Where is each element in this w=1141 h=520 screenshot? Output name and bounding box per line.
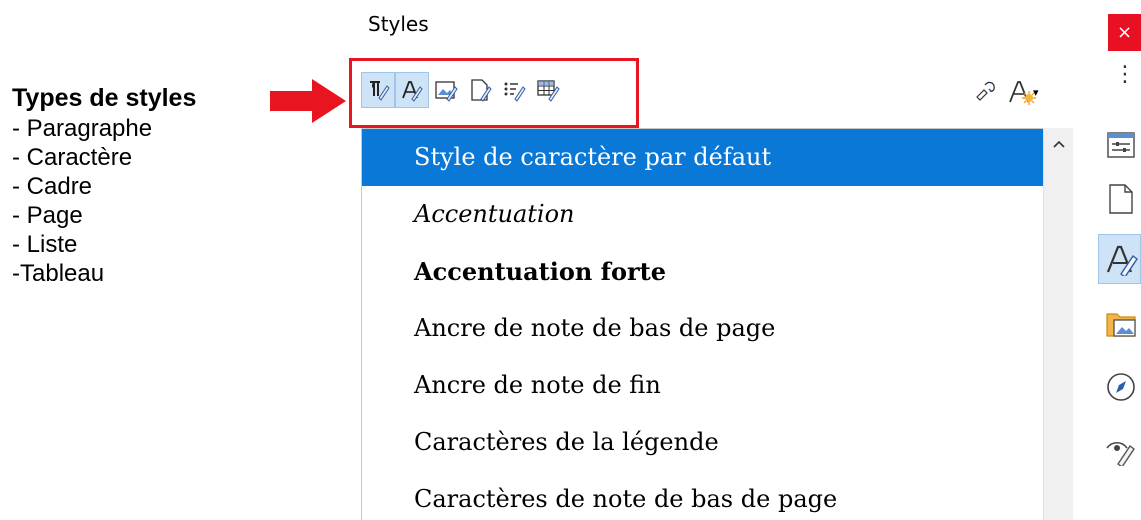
- fill-format-mode-button[interactable]: [975, 79, 999, 105]
- sidebar-navigator-button[interactable]: [1098, 362, 1141, 412]
- chevron-down-icon: ▾: [1033, 85, 1039, 99]
- annotation-item: -Tableau: [12, 260, 105, 287]
- sidebar-gallery-button[interactable]: [1098, 298, 1141, 348]
- sidebar-page-button[interactable]: [1098, 174, 1141, 224]
- gallery-icon: [1106, 313, 1136, 337]
- styles-list[interactable]: Style de caractère par défaut Accentuati…: [361, 128, 1043, 520]
- style-inspector-icon: [1106, 441, 1135, 466]
- toolbar-right: ▾: [975, 78, 1039, 106]
- page-icon: [1109, 184, 1133, 214]
- list-item[interactable]: Style de caractère par défaut: [362, 129, 1043, 186]
- navigator-icon: [1107, 373, 1135, 401]
- annotation-item: - Paragraphe: [12, 115, 153, 142]
- style-types-highlight: [349, 58, 639, 128]
- annotation: Types de styles - Paragraphe - Caractère…: [12, 82, 196, 288]
- red-arrow-icon: [270, 79, 346, 123]
- styles-icon: [1106, 245, 1138, 276]
- sidebar-properties-button[interactable]: [1098, 120, 1141, 170]
- list-item[interactable]: Accentuation: [362, 186, 1043, 243]
- annotation-item: - Cadre: [12, 173, 93, 200]
- list-item[interactable]: Caractères de la légende: [362, 414, 1043, 471]
- annotation-title: Types de styles: [12, 84, 197, 112]
- annotation-item: - Page: [12, 202, 83, 229]
- list-item[interactable]: Ancre de note de bas de page: [362, 300, 1043, 357]
- panel-title: Styles: [368, 12, 429, 36]
- properties-icon: [1107, 132, 1135, 158]
- vertical-scrollbar[interactable]: [1043, 128, 1073, 520]
- list-item[interactable]: Accentuation forte: [362, 243, 1043, 300]
- styles-actions-button[interactable]: ▾: [1007, 78, 1039, 106]
- list-item[interactable]: Ancre de note de fin: [362, 357, 1043, 414]
- scroll-up-icon[interactable]: [1051, 136, 1067, 152]
- annotation-item: - Liste: [12, 231, 78, 258]
- annotation-item: - Caractère: [12, 144, 133, 171]
- close-button[interactable]: ×: [1108, 14, 1141, 51]
- sidebar-style-inspector-button[interactable]: [1098, 424, 1141, 474]
- sidebar-styles-button[interactable]: [1098, 234, 1141, 284]
- close-icon: ×: [1116, 22, 1133, 43]
- fill-format-mode-icon: [976, 81, 995, 101]
- list-item[interactable]: Caractères de note de bas de page: [362, 471, 1043, 520]
- more-options-icon[interactable]: ⋮: [1114, 64, 1136, 86]
